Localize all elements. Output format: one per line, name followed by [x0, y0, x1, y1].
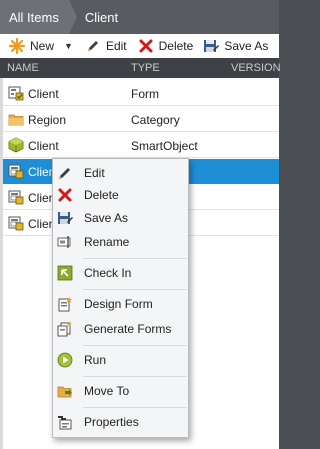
smartobject-cube-icon [8, 137, 24, 153]
check-in-icon [57, 265, 73, 281]
pencil-icon [59, 168, 70, 179]
menu-item-label: Generate Forms [84, 322, 172, 336]
menu-item-label: Edit [84, 166, 105, 180]
grid-header: NAME TYPE VERSION [0, 58, 281, 78]
generate-forms-icon [57, 321, 72, 337]
menu-item-label: Save As [84, 211, 129, 225]
save-as-icon [204, 40, 220, 52]
menu-item-move-to[interactable]: Move To [53, 380, 188, 402]
properties-icon [58, 416, 72, 430]
column-header-type[interactable]: TYPE [131, 62, 160, 74]
design-form-icon [58, 297, 72, 312]
menu-item-label: Design Form [84, 297, 153, 311]
run-play-icon [57, 352, 73, 368]
menu-item-label: Rename [84, 235, 130, 249]
menu-item-properties[interactable]: Properties [53, 411, 188, 433]
toolbar: New ▼ Edit Delete Save As [0, 34, 279, 58]
menu-item-rename[interactable]: Rename [53, 231, 188, 253]
menu-item-label: Check In [84, 266, 132, 280]
view-icon [8, 216, 24, 231]
menu-item-label: Properties [84, 415, 139, 429]
table-row[interactable]: Client SmartObject [0, 133, 279, 158]
row-name: Region [28, 113, 67, 127]
folder-icon [8, 114, 24, 126]
menu-separator [83, 376, 187, 377]
new-star-icon [9, 38, 25, 54]
delete-button-label: Delete [158, 39, 194, 53]
row-name: Client [28, 87, 59, 101]
edit-button-label: Edit [105, 39, 127, 53]
row-type: SmartObject [131, 139, 198, 153]
save-as-icon [58, 212, 73, 224]
menu-item-check-in[interactable]: Check In [53, 262, 188, 284]
menu-separator [83, 258, 187, 259]
pencil-icon [87, 41, 98, 51]
menu-item-label: Move To [84, 384, 130, 398]
menu-separator [83, 407, 187, 408]
table-row[interactable]: Region Category [0, 107, 279, 132]
breadcrumb-all-items[interactable]: All Items [0, 0, 77, 34]
context-menu: Edit Delete Save As Rename Check In Desi… [52, 158, 189, 438]
delete-x-icon [139, 39, 153, 53]
row-type: Form [131, 87, 159, 101]
save-as-button-label: Save As [224, 39, 269, 53]
delete-x-icon [58, 188, 72, 202]
new-button[interactable]: New [0, 34, 54, 58]
row-name: Client [28, 139, 59, 153]
menu-item-delete[interactable]: Delete [53, 184, 188, 206]
menu-item-save-as[interactable]: Save As [53, 207, 188, 229]
menu-item-label: Delete [84, 188, 119, 202]
view-icon [8, 164, 24, 179]
menu-item-generate-forms[interactable]: Generate Forms [53, 318, 188, 340]
menu-separator [83, 289, 187, 290]
move-to-folder-icon [57, 386, 72, 398]
menu-item-label: Run [84, 353, 107, 367]
menu-separator [83, 345, 187, 346]
row-type: Category [131, 113, 180, 127]
column-header-version[interactable]: VERSION [231, 62, 281, 74]
new-dropdown-arrow-icon[interactable]: ▼ [64, 41, 73, 51]
new-button-label: New [30, 39, 55, 53]
form-icon [8, 86, 24, 101]
table-row[interactable]: Client Form [0, 81, 279, 106]
save-as-button[interactable]: Save As [203, 34, 268, 58]
rename-icon [57, 236, 71, 248]
menu-item-edit[interactable]: Edit [53, 162, 188, 184]
column-header-name[interactable]: NAME [7, 62, 39, 74]
menu-item-design-form[interactable]: Design Form [53, 293, 188, 315]
view-icon [8, 190, 24, 205]
delete-button[interactable]: Delete [138, 34, 194, 58]
breadcrumb: All Items Client [0, 0, 279, 34]
left-splitter[interactable] [0, 78, 3, 449]
menu-item-run[interactable]: Run [53, 349, 188, 371]
edit-button[interactable]: Edit [85, 34, 127, 58]
